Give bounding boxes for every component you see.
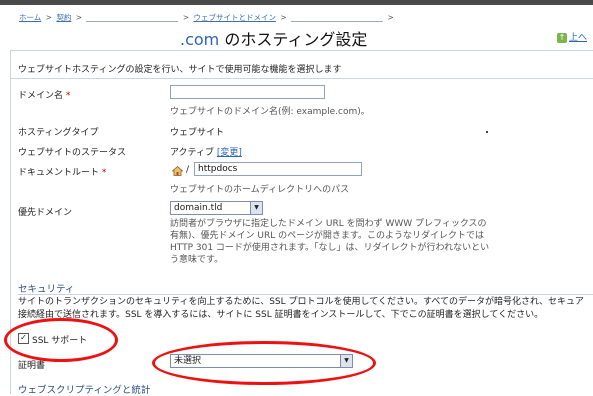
preferred-domain-value: domain.tld [174, 203, 223, 213]
preferred-domain-hint: 訪問者がブラウザに指定したドメイン URL を問わず WWW プレフィックスの有… [170, 219, 490, 265]
security-divider [18, 294, 593, 295]
stray-dot [486, 131, 488, 133]
breadcrumb-subscription[interactable]: 契約 [56, 13, 71, 22]
intro-divider [10, 78, 593, 79]
domain-name-value [171, 87, 174, 97]
up-label[interactable]: 上へ [569, 33, 587, 43]
hosting-type-value: ウェブサイト [170, 128, 225, 138]
chevron-down-icon[interactable]: ▼ [250, 202, 262, 214]
annotation-circle-certificate [152, 341, 376, 385]
breadcrumb-hidden-name[interactable] [86, 15, 179, 22]
breadcrumb-hidden-domain[interactable] [291, 15, 384, 22]
page-title: .com のホスティング設定 [180, 26, 367, 50]
hosting-type-label: ホスティングタイプ [18, 128, 99, 138]
window-top-bar [0, 0, 593, 5]
header-divider [10, 50, 593, 51]
breadcrumb-separator: > [387, 13, 394, 22]
up-level-link[interactable]: ↑ 上へ [556, 30, 587, 43]
status-change-link[interactable]: [変更] [217, 148, 242, 158]
page-title-domain: .com [180, 30, 220, 49]
security-heading: セキュリティ [18, 284, 75, 295]
domain-name-input[interactable] [170, 85, 325, 99]
annotation-circle-ssl [4, 318, 118, 362]
docroot-input[interactable]: httpdocs [194, 162, 362, 176]
breadcrumb-separator: > [75, 13, 83, 22]
preferred-domain-select[interactable]: domain.tld ▼ [170, 201, 263, 215]
status-label: ウェブサイトのステータス [18, 148, 127, 158]
up-arrow-icon: ↑ [556, 32, 567, 43]
required-mark: * [65, 91, 71, 101]
domain-hint: ウェブサイトのドメイン名(例: example.com)。 [170, 107, 370, 117]
docroot-slash: / [186, 165, 190, 175]
status-value: アクティブ [170, 148, 215, 158]
docroot-label-text: ドキュメントルート [18, 168, 100, 178]
status-row: アクティブ [変更] [170, 145, 242, 158]
domain-label: ドメイン名 * [18, 88, 70, 101]
domain-label-text: ドメイン名 [18, 91, 64, 101]
required-mark: * [101, 168, 107, 178]
intro-text: ウェブサイトホスティングの設定を行い、サイトで使用可能な機能を選択します [18, 65, 342, 75]
preferred-domain-label: 優先ドメイン [18, 208, 73, 218]
breadcrumb-separator: > [182, 13, 190, 22]
security-description: サイトのトランザクションのセキュリティを向上するために、SSL プロトコルを使用… [18, 297, 584, 320]
breadcrumb-websites[interactable]: ウェブサイトとドメイン [194, 13, 277, 22]
docroot-value: httpdocs [198, 164, 238, 174]
breadcrumb-separator: > [280, 13, 287, 22]
page-title-text: のホスティング設定 [219, 30, 368, 49]
breadcrumb: ホーム > 契約 > > ウェブサイトとドメイン > > [19, 12, 396, 23]
home-directory-icon [172, 166, 183, 176]
docroot-label: ドキュメントルート * [18, 165, 106, 178]
breadcrumb-separator: > [45, 13, 52, 22]
breadcrumb-home[interactable]: ホーム [19, 13, 41, 22]
docroot-hint: ウェブサイトのホームディレクトリへのパス [170, 185, 350, 195]
